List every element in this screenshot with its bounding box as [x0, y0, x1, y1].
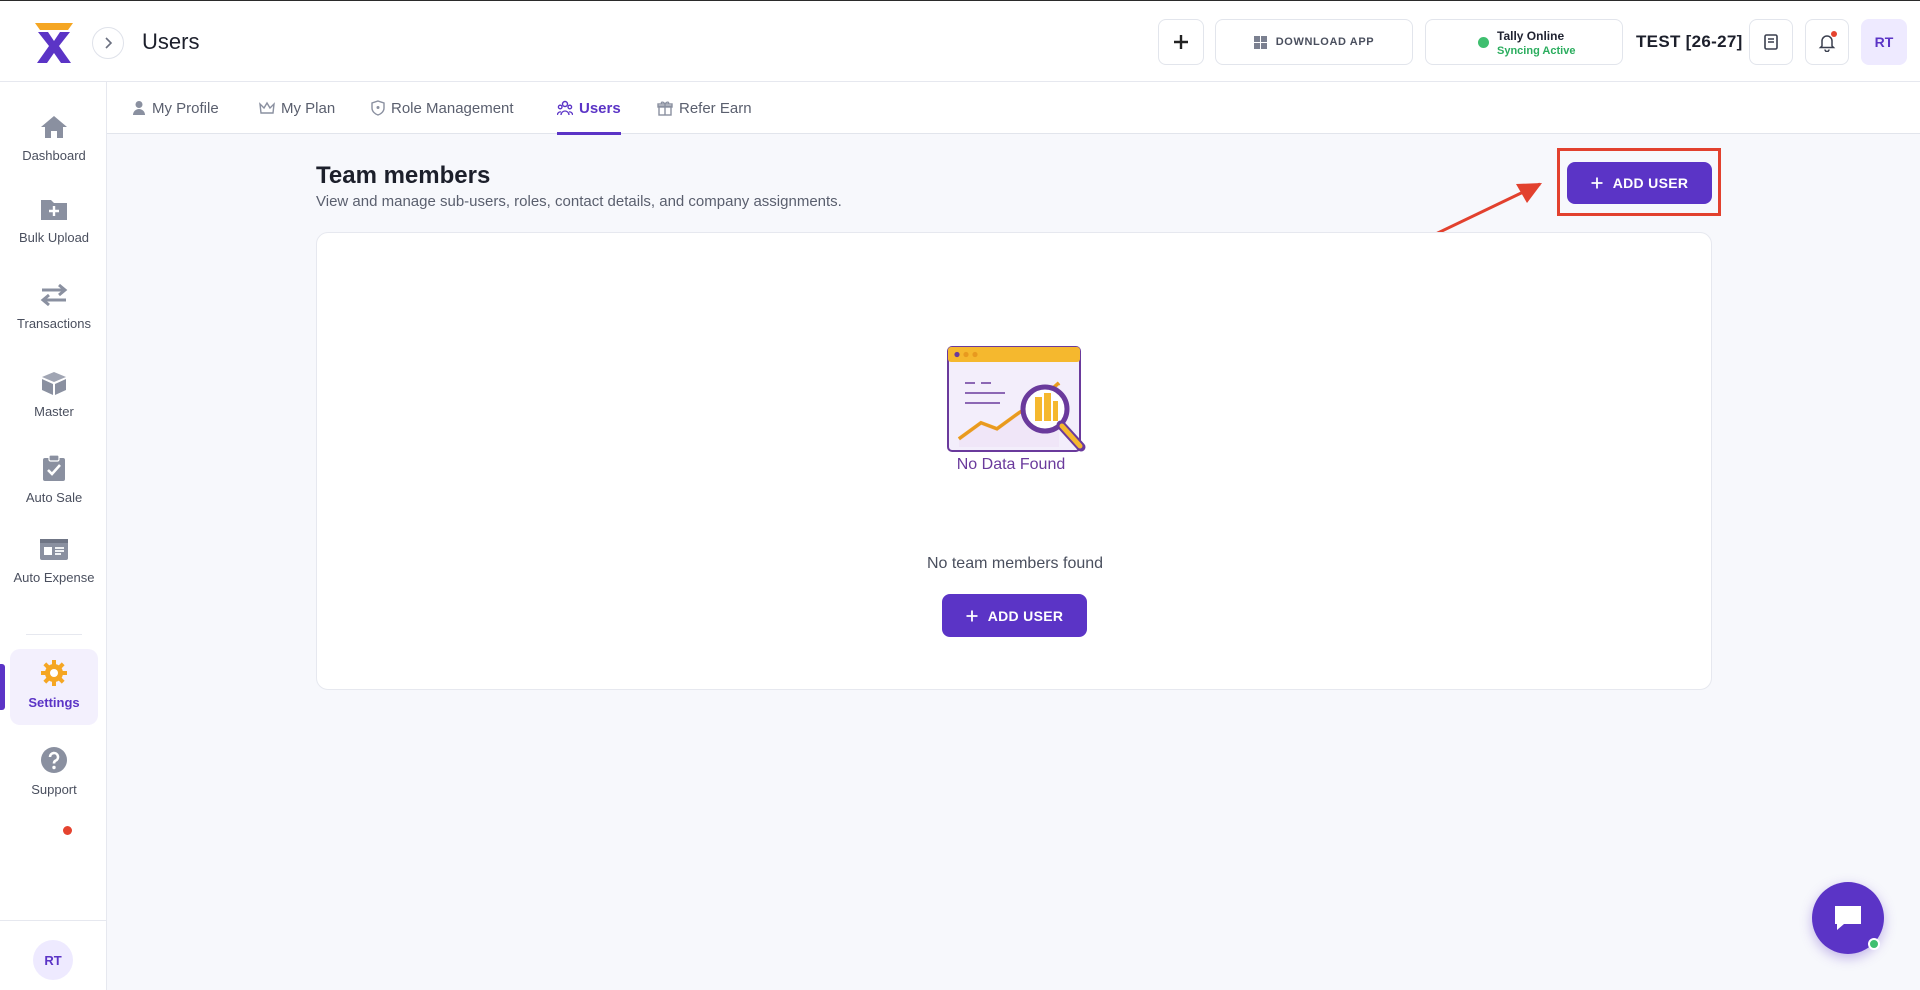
sidebar-item-bulk-upload[interactable]: Bulk Upload	[10, 196, 98, 245]
tab-label: Role Management	[391, 99, 514, 117]
tab-my-profile[interactable]: My Profile	[132, 82, 219, 134]
crown-icon	[259, 101, 275, 114]
plus-icon	[966, 610, 978, 621]
support-badge	[63, 826, 72, 835]
notifications-button[interactable]	[1805, 19, 1849, 65]
sidebar-divider	[0, 920, 107, 921]
plus-icon	[1174, 35, 1188, 49]
sidebar-item-master[interactable]: Master	[10, 370, 98, 419]
clipboard-check-icon	[43, 454, 65, 481]
sidebar-item-settings[interactable]: Settings	[10, 649, 98, 725]
id-card-icon	[40, 539, 68, 560]
add-user-label: ADD USER	[987, 607, 1064, 624]
gift-icon	[657, 101, 673, 116]
tab-my-plan[interactable]: My Plan	[259, 82, 335, 134]
chevron-right-icon	[105, 37, 113, 49]
online-status-dot	[1478, 37, 1489, 48]
tab-refer-earn[interactable]: Refer Earn	[657, 82, 752, 134]
folder-plus-icon	[41, 200, 67, 220]
user-icon	[133, 101, 145, 115]
tab-label: Users	[579, 99, 621, 117]
app-logo[interactable]	[32, 21, 76, 65]
sidebar-item-label: Bulk Upload	[18, 230, 90, 245]
no-data-illustration: No Data Found	[947, 346, 1086, 473]
download-app-label: DOWNLOAD APP	[1275, 36, 1375, 48]
sidebar-avatar[interactable]: RT	[33, 940, 73, 980]
sidebar-item-label: Master	[34, 404, 74, 419]
user-avatar-button[interactable]: RT	[1861, 19, 1907, 65]
book-icon	[1764, 34, 1778, 50]
tally-status-text: Tally Online	[1497, 29, 1565, 43]
sidebar-item-label: Settings	[28, 695, 80, 710]
tab-label: My Profile	[152, 99, 219, 117]
tab-role-management[interactable]: Role Management	[371, 82, 514, 134]
sidebar: Dashboard Bulk Upload Transactions Maste…	[0, 82, 107, 990]
sidebar-divider	[26, 634, 82, 635]
notification-badge	[1831, 31, 1837, 37]
home-icon	[41, 116, 67, 138]
sidebar-item-auto-sale[interactable]: Auto Sale	[10, 454, 98, 505]
chat-online-indicator	[1868, 938, 1880, 950]
no-data-caption: No Data Found	[957, 456, 1066, 473]
tab-label: My Plan	[281, 99, 336, 117]
tally-status-button[interactable]: Tally Online Syncing Active	[1425, 19, 1623, 65]
box-icon	[42, 372, 66, 395]
top-bar: Users DOWNLOAD APP Tally Online Syncing …	[0, 0, 1920, 82]
quick-add-button[interactable]	[1158, 19, 1204, 65]
page-title: Users	[142, 29, 200, 54]
sidebar-toggle-button[interactable]	[92, 27, 124, 59]
sidebar-item-transactions[interactable]: Transactions	[10, 282, 98, 331]
users-icon	[557, 100, 573, 116]
sidebar-item-label: Transactions	[17, 316, 91, 331]
empty-add-user-button[interactable]: ADD USER	[942, 594, 1087, 637]
sidebar-item-label: Dashboard	[22, 148, 86, 163]
sidebar-item-label: Support	[31, 782, 77, 797]
sidebar-item-dashboard[interactable]: Dashboard	[10, 114, 98, 163]
section-subtitle: View and manage sub-users, roles, contac…	[316, 193, 842, 210]
docs-button[interactable]	[1749, 19, 1793, 65]
team-members-card: No Data Found No team members found ADD …	[316, 232, 1712, 690]
sidebar-item-auto-expense[interactable]: Auto Expense	[10, 536, 98, 585]
empty-state-message: No team members found	[926, 555, 1104, 572]
tab-label: Refer Earn	[679, 99, 752, 117]
swap-arrows-icon	[40, 283, 68, 307]
active-nav-indicator	[0, 664, 5, 710]
gear-icon	[41, 660, 67, 686]
download-app-button[interactable]: DOWNLOAD APP	[1215, 19, 1413, 65]
tally-sync-text: Syncing Active	[1497, 45, 1576, 57]
settings-tabs: My Profile My Plan Role Management Users…	[107, 82, 1920, 135]
company-selector[interactable]: TEST [26-27]	[1636, 32, 1743, 52]
sidebar-item-support[interactable]: Support	[10, 746, 98, 797]
help-icon	[41, 747, 67, 773]
sidebar-item-label: Auto Expense	[13, 570, 95, 585]
section-title: Team members	[316, 162, 491, 189]
annotation-highlight-box	[1557, 148, 1721, 216]
sidebar-item-label: Auto Sale	[25, 490, 83, 505]
shield-icon	[371, 100, 385, 116]
chat-bubble-icon	[1835, 906, 1861, 930]
windows-icon	[1253, 35, 1267, 49]
tab-users[interactable]: Users	[557, 82, 621, 135]
